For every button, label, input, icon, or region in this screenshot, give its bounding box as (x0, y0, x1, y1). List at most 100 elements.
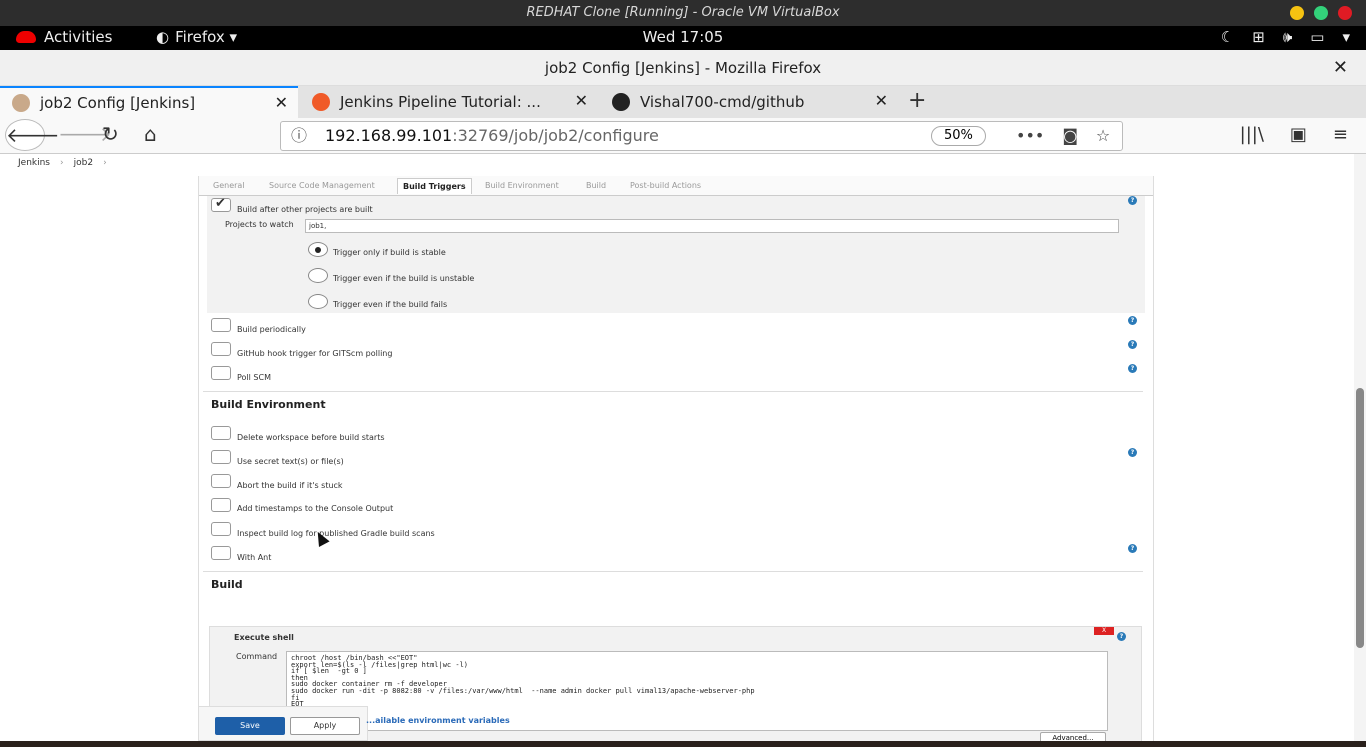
home-button[interactable]: ⌂ (144, 122, 157, 146)
url-host: 192.168.99.101 (325, 126, 453, 145)
window-title: job2 Config [Jenkins] - Mozilla Firefox (544, 59, 822, 77)
command-label: Command (236, 652, 278, 661)
secret-text-label: Use secret text(s) or file(s) (237, 457, 344, 466)
build-after-checkbox[interactable] (211, 196, 231, 212)
github-hook-checkbox[interactable] (211, 342, 231, 356)
with-ant-checkbox[interactable] (211, 546, 231, 560)
env-variables-link[interactable]: ...ailable environment variables (366, 716, 510, 725)
close-icon[interactable]: ✕ (1333, 50, 1348, 86)
scrollbar[interactable] (1354, 154, 1366, 741)
projects-to-watch-label: Projects to watch (225, 220, 294, 229)
config-tabs: General Source Code Management Build Tri… (199, 176, 1153, 196)
system-tray[interactable]: ☾ ⊞ 🕪 ▭ ▾ (1221, 28, 1350, 46)
tab-label: Jenkins Pipeline Tutorial: ... (340, 93, 541, 111)
trigger-stable-radio[interactable] (308, 242, 328, 257)
delete-step-button[interactable]: X (1094, 627, 1114, 635)
url-bar[interactable]: ⓘ 192.168.99.101:32769/job/job2/configur… (280, 121, 1123, 151)
trigger-stable-label: Trigger only if build is stable (333, 248, 446, 257)
build-title: Build (211, 578, 243, 591)
close-tab-icon[interactable]: ✕ (875, 91, 888, 110)
help-icon[interactable]: ? (1128, 316, 1137, 325)
zoom-level[interactable]: 50% (931, 126, 986, 146)
breadcrumb-jenkins[interactable]: Jenkins (18, 158, 50, 168)
build-periodically-checkbox[interactable] (211, 318, 231, 332)
breadcrumb-separator: › (60, 158, 64, 168)
volume-icon: 🕪 (1282, 28, 1293, 46)
firefox-title-bar: job2 Config [Jenkins] - Mozilla Firefox … (0, 50, 1366, 86)
help-icon[interactable]: ? (1128, 196, 1137, 205)
help-icon[interactable]: ? (1117, 632, 1126, 641)
url-text[interactable]: 192.168.99.101:32769/job/job2/configure (325, 122, 659, 150)
close-tab-icon[interactable]: ✕ (275, 93, 288, 112)
back-button[interactable]: 🡐 (5, 119, 60, 151)
trigger-unstable-radio[interactable] (308, 268, 328, 283)
url-actions: ••• ◙ ☆ (1016, 122, 1110, 150)
hamburger-menu-icon[interactable]: ≡ (1333, 124, 1348, 145)
poll-scm-checkbox[interactable] (211, 366, 231, 380)
abort-stuck-checkbox[interactable] (211, 474, 231, 488)
help-icon[interactable]: ? (1128, 340, 1137, 349)
github-icon (612, 93, 630, 111)
sidebar-icon[interactable]: ▣ (1290, 124, 1307, 145)
library-icon[interactable]: |||\ (1240, 124, 1264, 145)
site-info-icon[interactable]: ⓘ (291, 122, 307, 150)
virtualbox-title-bar: REDHAT Clone [Running] - Oracle VM Virtu… (0, 0, 1366, 26)
trigger-fails-radio[interactable] (308, 294, 328, 309)
build-periodically-label: Build periodically (237, 325, 306, 334)
close-window-button[interactable] (1338, 6, 1352, 20)
help-icon[interactable]: ? (1128, 544, 1137, 553)
url-path: :32769/job/job2/configure (452, 126, 659, 145)
help-icon[interactable]: ? (1128, 448, 1137, 457)
page-actions-icon[interactable]: ••• (1016, 122, 1044, 150)
projects-to-watch-input[interactable]: job1, (305, 219, 1119, 233)
gradle-scan-checkbox[interactable] (211, 522, 231, 536)
with-ant-label: With Ant (237, 553, 272, 562)
pocket-icon[interactable]: ◙ (1062, 122, 1078, 150)
new-tab-button[interactable]: + (908, 88, 926, 113)
secret-text-checkbox[interactable] (211, 450, 231, 464)
edureka-icon (312, 93, 330, 111)
gradle-scan-label: Inspect build log for published Gradle b… (237, 529, 435, 538)
page-content: Jenkins › job2 › General Source Code Man… (0, 154, 1366, 741)
tab-label: job2 Config [Jenkins] (40, 94, 196, 112)
delete-workspace-checkbox[interactable] (211, 426, 231, 440)
bookmark-star-icon[interactable]: ☆ (1096, 122, 1110, 150)
jenkins-icon (12, 94, 30, 112)
breadcrumb-job2[interactable]: job2 (74, 158, 93, 168)
tab-build-triggers[interactable]: Build Triggers (397, 178, 472, 194)
navigation-toolbar: 🡐 🡒 ↻ ⌂ ⓘ 192.168.99.101:32769/job/job2/… (0, 118, 1366, 154)
divider (203, 391, 1143, 392)
tab-bar: job2 Config [Jenkins] ✕ Jenkins Pipeline… (0, 86, 1366, 118)
poll-scm-label: Poll SCM (237, 373, 271, 382)
scrollbar-thumb[interactable] (1356, 388, 1364, 648)
clock[interactable]: Wed 17:05 (0, 28, 1366, 46)
close-tab-icon[interactable]: ✕ (575, 91, 588, 110)
apply-button[interactable]: Apply (290, 717, 360, 735)
tab-job2-config[interactable]: job2 Config [Jenkins] ✕ (0, 86, 298, 118)
help-icon[interactable]: ? (1128, 364, 1137, 373)
job-config-form: General Source Code Management Build Tri… (198, 176, 1154, 741)
reload-button[interactable]: ↻ (102, 122, 119, 146)
github-hook-label: GitHub hook trigger for GITScm polling (237, 349, 393, 358)
advanced-button[interactable]: Advanced... (1040, 732, 1106, 741)
tab-label: Vishal700-cmd/github (640, 93, 805, 111)
browser-tools: |||\ ▣ ≡ (1240, 124, 1348, 145)
tab-build[interactable]: Build (586, 181, 606, 190)
window-controls (1290, 6, 1352, 20)
tab-post-build-actions[interactable]: Post-build Actions (630, 181, 701, 190)
timestamps-checkbox[interactable] (211, 498, 231, 512)
tab-general[interactable]: General (213, 181, 245, 190)
system-menu-icon[interactable]: ▾ (1342, 28, 1350, 46)
save-button[interactable]: Save (215, 717, 285, 735)
tab-source-code-management[interactable]: Source Code Management (269, 181, 375, 190)
night-light-icon: ☾ (1220, 28, 1235, 46)
tab-pipeline-tutorial[interactable]: Jenkins Pipeline Tutorial: ... ✕ (300, 86, 598, 118)
maximize-button[interactable] (1314, 6, 1328, 20)
minimize-button[interactable] (1290, 6, 1304, 20)
trigger-unstable-label: Trigger even if the build is unstable (333, 274, 475, 283)
abort-stuck-label: Abort the build if it's stuck (237, 481, 343, 490)
tab-build-environment[interactable]: Build Environment (485, 181, 559, 190)
tab-github[interactable]: Vishal700-cmd/github ✕ (600, 86, 898, 118)
breadcrumb: Jenkins › job2 › (18, 158, 107, 168)
desktop-background (0, 741, 1366, 747)
